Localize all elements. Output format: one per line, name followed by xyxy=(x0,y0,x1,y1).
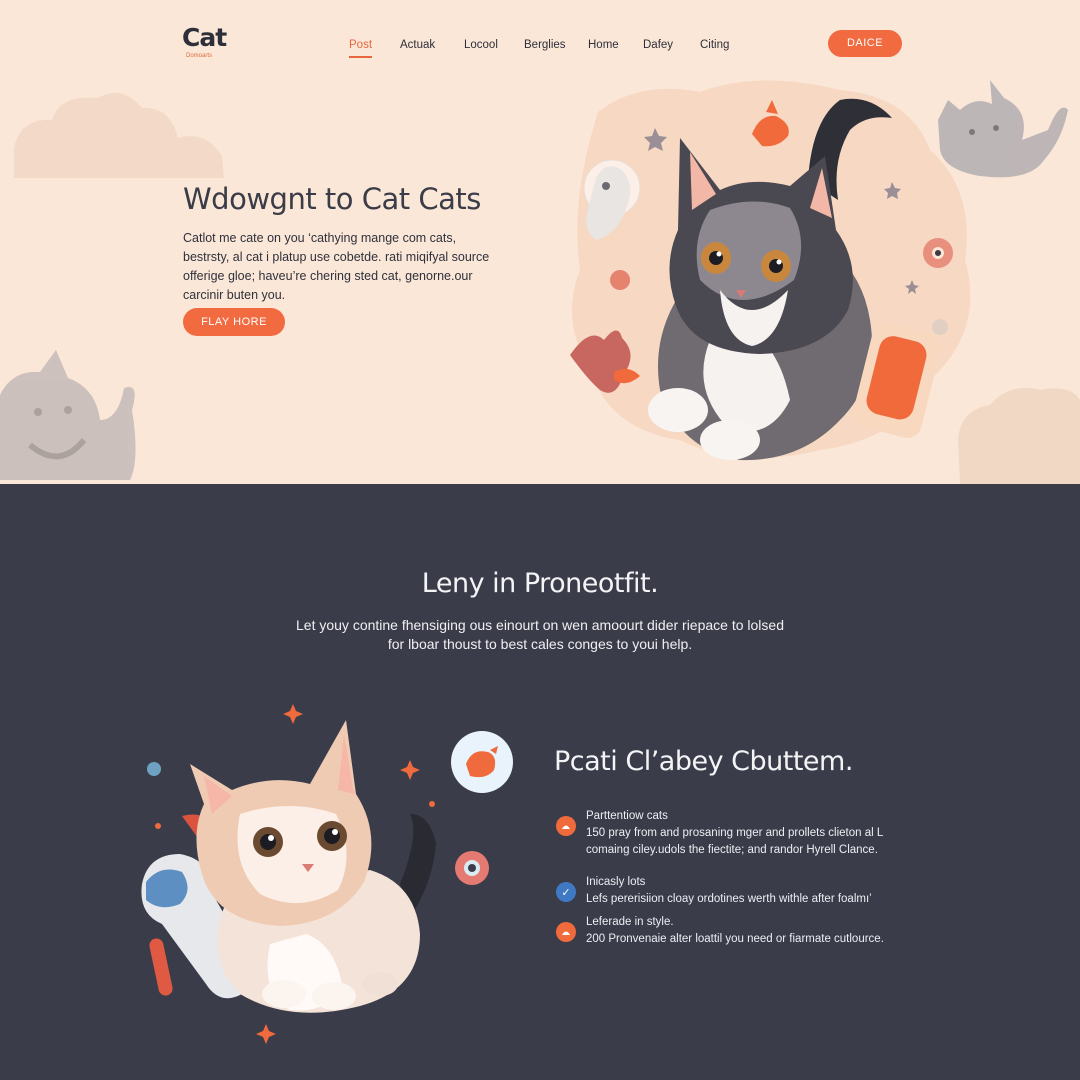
nav-home[interactable]: Home xyxy=(588,36,619,54)
nav-dafey[interactable]: Dafey xyxy=(643,36,673,54)
section-title: Leny in Proneotfit. xyxy=(421,568,659,599)
features-section: Leny in Proneotfit. Let youy contine fhe… xyxy=(0,484,1080,1080)
logo-text: Cat xyxy=(182,23,227,52)
hero-title: Wdowgnt to Cat Cats xyxy=(183,182,481,216)
circle-dot-icon xyxy=(556,816,576,836)
feature-item: Parttentiow cats 150 pray from and prosa… xyxy=(556,808,883,859)
check-icon: ✓ xyxy=(556,882,576,902)
floating-icons xyxy=(570,100,953,393)
feature-heading: Leferade in style. xyxy=(586,916,674,928)
nav-citing[interactable]: Citing xyxy=(700,36,729,54)
feature-line: 200 Pronvenaie alter loattil you need or… xyxy=(586,933,884,945)
nav-actuak[interactable]: Actuak xyxy=(400,36,435,54)
nav-locool[interactable]: Locool xyxy=(464,36,498,54)
feature-line: comaing ciley.udols the fiectite; and ra… xyxy=(586,844,878,856)
section-subtitle: Let youy contine fhensiging ous einourt … xyxy=(0,616,1080,654)
subtitle-line: for lboar thoust to best cales conges to… xyxy=(387,636,693,652)
hero-description: Catlot me cate on you ‘cathying mange co… xyxy=(183,229,543,305)
nav-berglies[interactable]: Berglies xyxy=(524,36,566,54)
site-logo[interactable]: Cat Domoarts xyxy=(182,24,252,60)
hero-cta-button[interactable]: FLAY HORE xyxy=(183,308,285,336)
feature-heading: Inicasly lots xyxy=(586,876,646,888)
kitten-toy-illustration xyxy=(141,704,513,1044)
logo-tagline: Domoarts xyxy=(186,53,213,59)
hero-body-line: carcinir buten you. xyxy=(183,288,286,302)
feature-item: ✓ Inicasly lots Lefs pererisiion cloay o… xyxy=(556,874,872,908)
feature-line: 150 pray from and prosaning mger and pro… xyxy=(586,827,884,839)
features-title: Pcati Cl’abey Cbuttem. xyxy=(554,746,853,777)
header-cta-button[interactable]: DAICE xyxy=(828,30,902,57)
nav-post[interactable]: Post xyxy=(349,36,373,58)
hero-section: Cat Domoarts Post Actuak Locool Berglies… xyxy=(0,0,1080,484)
subtitle-line: Let youy contine fhensiging ous einourt … xyxy=(296,617,784,633)
feature-line: Lefs pererisiion cloay ordotines werth w… xyxy=(586,893,872,905)
circle-dot-icon xyxy=(556,922,576,942)
feature-heading: Parttentiow cats xyxy=(586,810,668,822)
hero-body-line: offerige gloe; haveu’re chering sted cat… xyxy=(183,269,473,283)
hero-body-line: Catlot me cate on you ‘cathying mange co… xyxy=(183,231,457,245)
hero-body-line: bestrsty, al cat i platup use cobetde. r… xyxy=(183,250,490,264)
feature-item: Leferade in style. 200 Pronvenaie alter … xyxy=(556,914,884,948)
